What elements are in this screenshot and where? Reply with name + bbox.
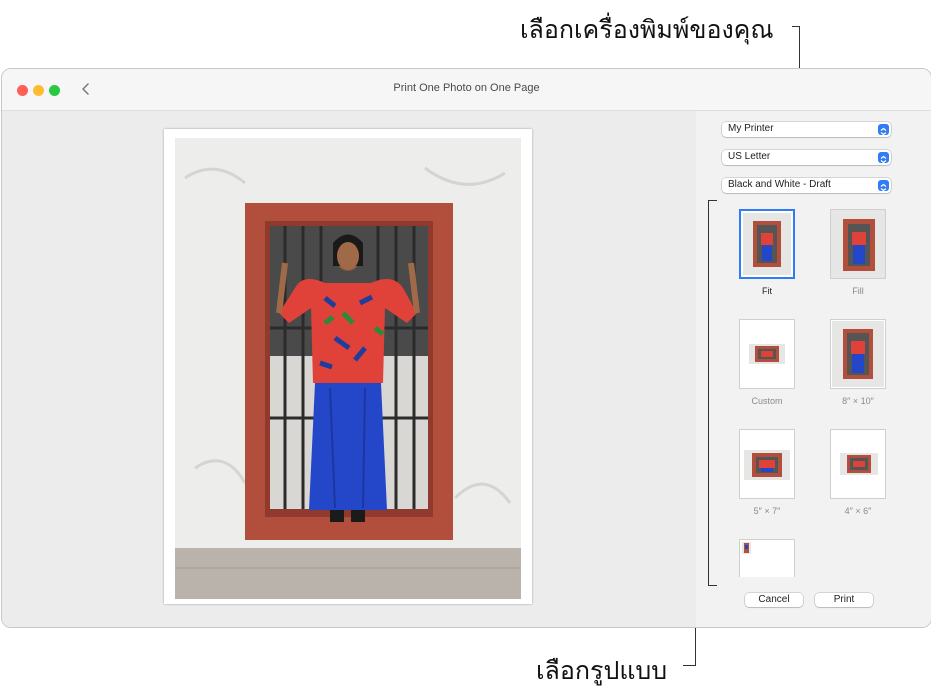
popup-stepper-icon <box>878 180 889 192</box>
callout-bracket-top <box>708 200 717 201</box>
preview-photo <box>175 138 521 599</box>
photo-thumbnail <box>840 453 878 475</box>
photo-thumbnail <box>742 542 751 554</box>
callout-line-layout-tick <box>683 665 696 666</box>
layout-option-more[interactable] <box>722 539 812 577</box>
print-window: Print One Photo on One Page My Printer U… <box>1 68 931 628</box>
layout-option-8x10[interactable]: 8″ × 10″ <box>813 319 903 406</box>
layout-option-4x6[interactable]: 4″ × 6″ <box>813 429 903 516</box>
print-options-sidebar: My Printer US Letter Black and White - D… <box>696 111 931 627</box>
print-quality-popup[interactable]: Black and White - Draft <box>722 178 891 193</box>
layout-option-fit[interactable]: Fit <box>722 209 812 296</box>
print-quality-popup-label: Black and White - Draft <box>728 179 831 190</box>
photo-thumbnail <box>749 344 785 364</box>
layout-thumbnail <box>830 319 886 389</box>
layout-option-fill[interactable]: Fill <box>813 209 903 296</box>
paper-size-popup-label: US Letter <box>728 151 771 162</box>
layout-option-label: Fit <box>762 286 772 296</box>
callout-choose-layout: เลือกรูปแบบ <box>536 656 668 685</box>
photo-thumbnail <box>743 213 791 275</box>
popup-stepper-icon <box>878 152 889 164</box>
layout-thumbnail <box>739 539 795 577</box>
callout-bracket-vertical <box>708 200 709 586</box>
print-button[interactable]: Print <box>815 593 873 607</box>
printer-popup[interactable]: My Printer <box>722 122 891 137</box>
layout-thumbnail <box>739 319 795 389</box>
callout-choose-printer: เลือกเครื่องพิมพ์ของคุณ <box>520 15 774 44</box>
layout-option-label: Custom <box>751 396 783 406</box>
print-preview-area <box>2 111 696 627</box>
paper-size-popup[interactable]: US Letter <box>722 150 891 165</box>
popup-stepper-icon <box>878 124 889 136</box>
layout-option-5x7[interactable]: 5″ × 7″ <box>722 429 812 516</box>
printer-popup-label: My Printer <box>728 123 774 134</box>
photo-thumbnail <box>832 321 884 387</box>
callout-bracket-bottom <box>708 585 717 586</box>
window-title: Print One Photo on One Page <box>393 82 540 94</box>
layout-option-label: Fill <box>852 286 864 296</box>
layout-thumbnail <box>739 209 795 279</box>
preview-page <box>164 129 532 604</box>
layout-option-label: 4″ × 6″ <box>844 506 872 516</box>
layout-option-label: 8″ × 10″ <box>842 396 874 406</box>
layout-option-label: 5″ × 7″ <box>753 506 781 516</box>
photo-thumbnail <box>831 210 885 278</box>
layout-option-custom[interactable]: Custom <box>722 319 812 406</box>
layout-thumbnail <box>830 429 886 499</box>
layout-thumbnail <box>739 429 795 499</box>
cancel-button[interactable]: Cancel <box>745 593 803 607</box>
callout-line-printer-horizontal <box>792 26 800 27</box>
layout-thumbnail <box>830 209 886 279</box>
title-bar: Print One Photo on One Page <box>2 69 931 111</box>
photo-thumbnail <box>744 450 790 480</box>
